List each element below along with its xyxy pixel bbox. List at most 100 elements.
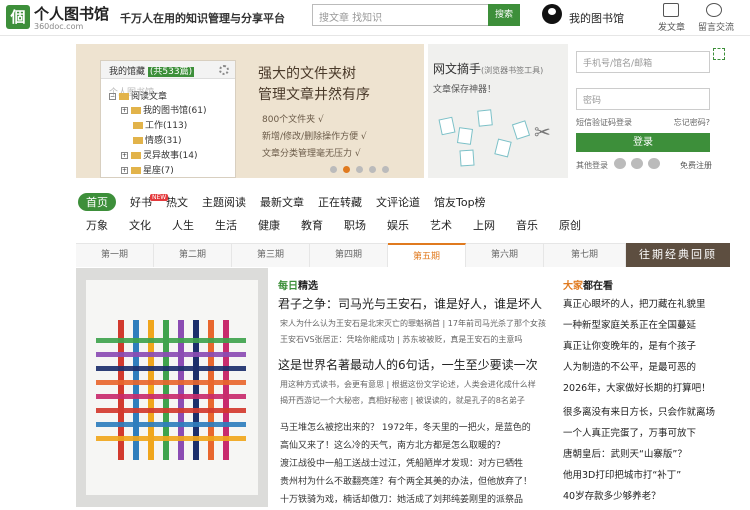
tree-header: 我的馆藏 (共533篇) (101, 61, 235, 79)
tab-issue-3[interactable]: 第三期 (232, 243, 310, 267)
headline-summary[interactable]: 用这种方式读书，会更有意思 | 根据这份文学论述，人类会进化成什么样 揭开西游记… (280, 377, 546, 409)
trending-item[interactable]: 很多离没有来日方长，只会作就离场 (563, 404, 715, 418)
carousel-dot[interactable] (330, 166, 337, 173)
nav-category[interactable]: 万象 (86, 217, 108, 233)
headline-summary[interactable]: 宋人为什么认为王安石是北宋灭亡的罪魁祸首 | 17年前司马光杀了那个女孩 王安石… (280, 316, 546, 348)
wechat-icon[interactable] (614, 158, 626, 169)
brand-name[interactable]: 个人图书馆 (34, 3, 109, 24)
news-item[interactable]: 马王堆怎么被挖出来的？ 1972年，冬天里的一把火，是蓝色的 (280, 420, 550, 433)
banner-bullets: 800个文件夹 √ 新增/修改/删除操作方便 √ 文章分类管理毫无压力 √ (262, 112, 367, 163)
post-article-icon[interactable] (663, 3, 679, 17)
tab-issue-4[interactable]: 第四期 (310, 243, 388, 267)
news-item[interactable]: 渡江战役中一船工送战士过江，凭船陋岸才发现：对方已牺牲 (280, 456, 550, 469)
qr-code-icon[interactable] (713, 48, 725, 60)
nav-category[interactable]: 生活 (215, 217, 237, 233)
my-library-link[interactable]: 我的图书馆 (569, 10, 624, 26)
headline-link[interactable]: 君子之争：司马光与王安石，谁是好人，谁是坏人 (278, 295, 546, 312)
password-input[interactable]: 密码 (576, 88, 710, 110)
search-input[interactable]: 搜文章 找知识 (312, 4, 488, 26)
forgot-password-link[interactable]: 忘记密码? (674, 117, 710, 128)
carousel-dot[interactable] (382, 166, 389, 173)
pencil-horizontal (96, 394, 246, 399)
trending-item[interactable]: 人为制造的不公平，是最可恶的 (563, 359, 696, 373)
main-nav: 首页 好书 热文 主题阅读 最新文章 正在转藏 文评论道 馆友Top榜 (78, 193, 500, 211)
nav-category[interactable]: 人生 (172, 217, 194, 233)
trending-item[interactable]: 唐朝皇后：武则天“山寨版”？ (563, 446, 687, 460)
other-login-label: 其他登录 (576, 161, 608, 170)
news-item[interactable]: 十万铁骑为戏，楠话却傲刀：她活成了刘邦纯姜刚里的派祭品 (280, 492, 550, 505)
trending-item[interactable]: 一个人真正完蛋了，万事可放下 (563, 425, 696, 439)
trending-item[interactable]: 真正心眼坏的人，把刀藏在礼貌里 (563, 296, 706, 310)
login-button[interactable]: 登录 (576, 133, 710, 152)
qq-icon[interactable] (631, 158, 643, 169)
scissors-icon: ✂ (534, 120, 551, 144)
tree-item[interactable]: 工作(113) (133, 118, 187, 131)
nav-category[interactable]: 音乐 (516, 217, 538, 233)
nav-category[interactable]: 健康 (258, 217, 280, 233)
post-article-link[interactable]: 发文章 (658, 20, 685, 33)
user-avatar-icon[interactable] (542, 4, 562, 24)
carousel-dot[interactable] (369, 166, 376, 173)
weibo-icon[interactable] (648, 158, 660, 169)
tab-issue-6[interactable]: 第六期 (466, 243, 544, 267)
tab-issue-5[interactable]: 第五期 (388, 243, 466, 267)
tree-item[interactable]: + 我的图书馆(61) (121, 103, 206, 116)
trending-item[interactable]: 他用3D打印把城市打“补丁” (563, 467, 681, 481)
nav-category[interactable]: 娱乐 (387, 217, 409, 233)
tree-root-label: 我的馆藏 (共533篇) (109, 67, 195, 77)
nav-category[interactable]: 文化 (129, 217, 151, 233)
pencil-horizontal (96, 436, 246, 441)
tree-item[interactable]: + 灵异故事(14) (121, 148, 197, 161)
trending-item[interactable]: 一种新型家庭关系正在全国蔓延 (563, 317, 696, 331)
nav-category[interactable]: 职场 (344, 217, 366, 233)
pencil-horizontal (96, 422, 246, 427)
banner-bullet: 800个文件夹 √ (262, 115, 324, 125)
pencil-grid-illustration (86, 280, 258, 495)
nav-category[interactable]: 原创 (559, 217, 581, 233)
tree-item[interactable]: + 星座(7) (121, 163, 174, 176)
tree-item[interactable]: − 阅读文章 (109, 89, 167, 102)
pencil-horizontal (96, 338, 246, 343)
featured-photo[interactable] (76, 268, 268, 507)
search-button[interactable]: 搜索 (488, 4, 520, 26)
gear-icon[interactable] (219, 65, 229, 75)
headline-link[interactable]: 这是世界名著最动人的6句话，一生至少要读一次 (278, 356, 546, 373)
nav-category[interactable]: 教育 (301, 217, 323, 233)
nav-home[interactable]: 首页 (78, 193, 116, 211)
tree-item[interactable]: 情感(31) (133, 133, 181, 146)
news-item[interactable]: 贵州村为什么不敢翻亮莲？有个两全其美的办法，但他放弃了！ (280, 474, 550, 487)
nav-category[interactable]: 上网 (473, 217, 495, 233)
trending-item[interactable]: 2026年，大家做好长期的打算吧！ (563, 380, 711, 394)
sms-login-link[interactable]: 短信验证码登录 (576, 118, 632, 127)
past-review-link[interactable]: 往期经典回顾 (626, 243, 730, 267)
category-nav: 万象 文化 人生 生活 健康 教育 职场 娱乐 艺术 上网 音乐 原创 (86, 217, 602, 233)
nav-books[interactable]: 好书 (130, 194, 152, 210)
slogan: 千万人在用的知识管理与分享平台 (120, 12, 285, 25)
tab-issue-1[interactable]: 第一期 (76, 243, 154, 267)
carousel-dot[interactable] (356, 166, 363, 173)
nav-hot[interactable]: 热文 (166, 194, 188, 210)
news-item[interactable]: 高仙又来了！这么冷的天气，南方北方都是怎么取暖的？ (280, 438, 550, 451)
daily-picks-title: 每日精选 (278, 281, 318, 292)
nav-category[interactable]: 艺术 (430, 217, 452, 233)
tab-issue-2[interactable]: 第二期 (154, 243, 232, 267)
nav-latest[interactable]: 最新文章 (260, 194, 304, 210)
message-link[interactable]: 留言交流 (698, 20, 734, 33)
account-input[interactable]: 手机号/馆名/邮箱 (576, 51, 710, 73)
message-icon[interactable] (706, 3, 722, 17)
logo-icon[interactable]: 個 (6, 5, 30, 29)
tab-issue-7[interactable]: 第七期 (544, 243, 626, 267)
carousel-dot-active[interactable] (343, 166, 350, 173)
banner-bullet: 文章分类管理毫无压力 √ (262, 149, 361, 159)
web-clip-note: (浏览器书签工具) (481, 66, 544, 75)
nav-topic[interactable]: 主题阅读 (202, 194, 246, 210)
pencil-horizontal (96, 380, 246, 385)
register-link[interactable]: 免费注册 (680, 160, 712, 171)
banner-title: 强大的文件夹树 管理文章井然有序 (258, 64, 370, 106)
paper-icon (438, 116, 456, 136)
nav-comments[interactable]: 文评论道 (376, 194, 420, 210)
trending-item[interactable]: 40岁存款多少够养老？ (563, 488, 661, 502)
nav-top-list[interactable]: 馆友Top榜 (434, 194, 486, 210)
nav-reposting[interactable]: 正在转藏 (318, 194, 362, 210)
trending-item[interactable]: 真正让你变晚年的，是有个孩子 (563, 338, 696, 352)
